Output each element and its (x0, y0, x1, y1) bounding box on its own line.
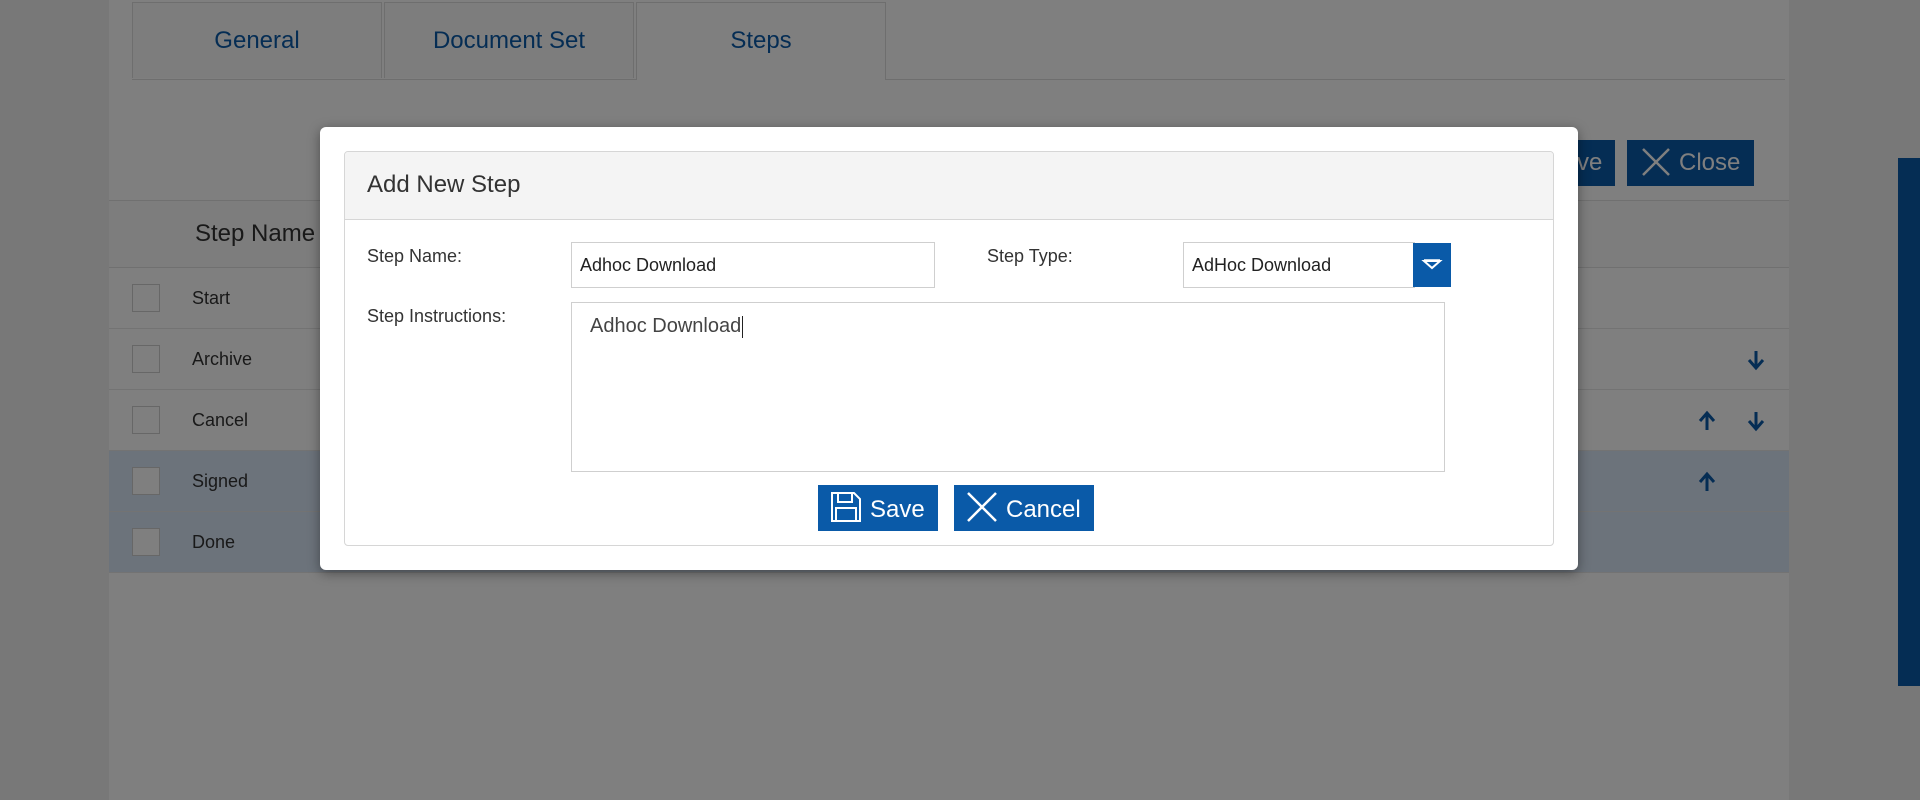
text-caret (742, 315, 744, 338)
dialog-save-label: Save (870, 496, 925, 523)
step-name-input[interactable]: Adhoc Download (571, 242, 935, 288)
dialog-panel: Add New Step Step Name: Adhoc Download S… (344, 151, 1554, 546)
dialog-cancel-button[interactable]: Cancel (954, 485, 1094, 531)
step-type-dropdown-button[interactable] (1413, 243, 1451, 287)
dialog-title: Add New Step (367, 171, 521, 198)
x-icon (967, 492, 997, 522)
step-instructions-label: Step Instructions: (367, 306, 507, 326)
step-name-label: Step Name: (367, 246, 463, 266)
triangle-down-icon (1421, 259, 1443, 270)
step-type-select[interactable]: AdHoc Download (1183, 242, 1415, 288)
dialog-header: Add New Step (345, 152, 1553, 220)
add-step-dialog: Add New Step Step Name: Adhoc Download S… (320, 127, 1578, 570)
dialog-save-button[interactable]: Save (818, 485, 938, 531)
step-type-label: Step Type: (987, 246, 1073, 266)
step-instructions-textarea[interactable]: Adhoc Download (571, 302, 1445, 472)
floppy-disk-icon (831, 492, 861, 522)
dialog-cancel-label: Cancel (1006, 496, 1081, 523)
step-instructions-text: Adhoc Download (590, 315, 742, 337)
